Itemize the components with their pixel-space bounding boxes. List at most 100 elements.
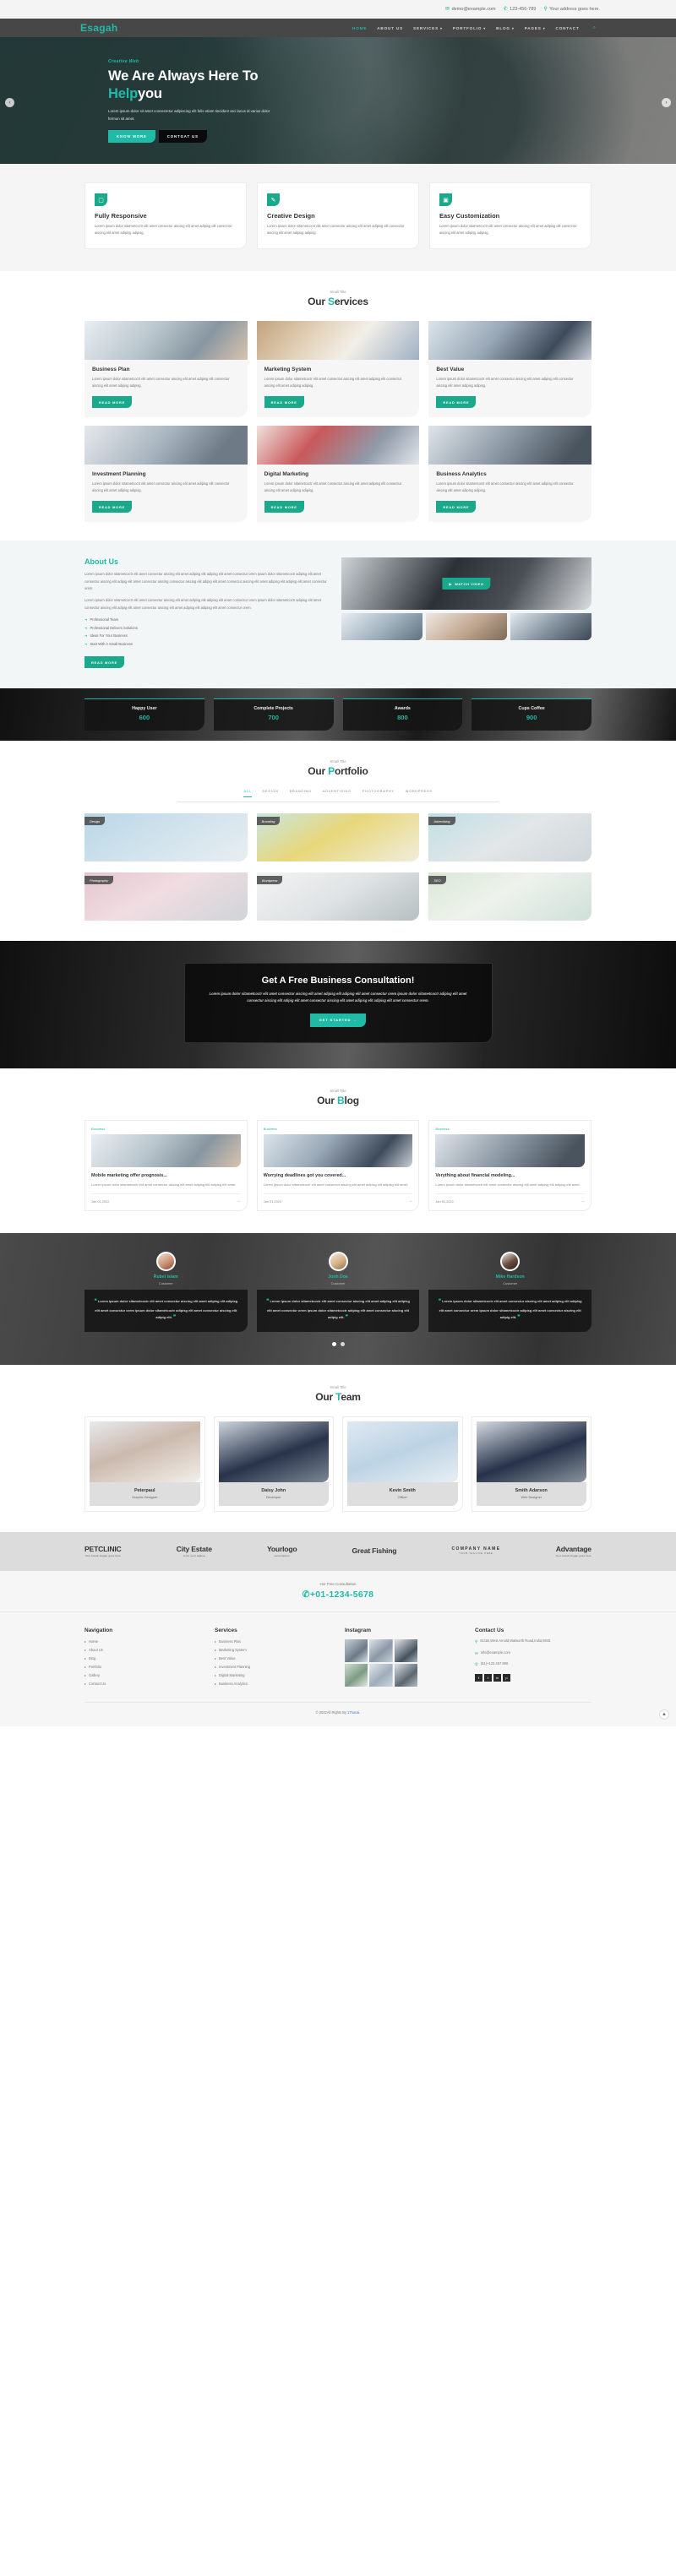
testimonial-dot-1[interactable] bbox=[331, 1341, 336, 1346]
portfolio-item[interactable]: Branding bbox=[256, 813, 420, 862]
know-more-button[interactable]: KNOW MORE bbox=[108, 129, 155, 143]
client-logo-company-name: COMPANY NAME YOUR TAGLINE HERE bbox=[451, 1546, 500, 1555]
nav-item-services[interactable]: SERVICES ▾ bbox=[413, 26, 443, 30]
nav-item-blog[interactable]: BLOG ▾ bbox=[496, 26, 515, 30]
footer-service-item[interactable]: ▸ Best Value bbox=[215, 1656, 331, 1660]
instagram-thumbnail[interactable] bbox=[394, 1639, 417, 1662]
team-card[interactable]: Kevin Smith Officer bbox=[342, 1416, 463, 1512]
footer-service-item[interactable]: ▸ Business Plan bbox=[215, 1639, 331, 1644]
portfolio-filter-all[interactable]: ALL bbox=[243, 789, 252, 798]
clients-section: PETCLINIC Your brand slogan goes here Ci… bbox=[0, 1531, 676, 1571]
portfolio-filter-photography[interactable]: PHOTOGRAPHY bbox=[363, 789, 395, 797]
instagram-thumbnail[interactable] bbox=[345, 1663, 368, 1687]
service-card[interactable]: Digital Marketing Lorem ipsum dolor sita… bbox=[256, 426, 420, 523]
portfolio-filter-design[interactable]: DESIGN bbox=[263, 789, 279, 797]
contact-us-button[interactable]: CONTGAT US bbox=[158, 129, 207, 143]
portfolio-item[interactable]: Advertising bbox=[428, 813, 592, 862]
instagram-thumbnail[interactable] bbox=[369, 1663, 393, 1687]
topbar-phone[interactable]: ✆ 123-456-789 bbox=[504, 7, 537, 12]
topbar-email[interactable]: ✉ demo@example.com bbox=[445, 7, 496, 12]
footer-service-item[interactable]: ▸ Investment Planning bbox=[215, 1665, 331, 1669]
read-more-button[interactable]: READ MORE bbox=[436, 396, 477, 409]
team-card[interactable]: Peterpaul Graphic Designer bbox=[84, 1416, 205, 1512]
watch-video-button[interactable]: ▶ WATCH VIDEO bbox=[442, 578, 491, 590]
service-card[interactable]: Investment Planning Lorem ipsum dolor si… bbox=[84, 426, 248, 523]
portfolio-item[interactable]: Wordpress bbox=[256, 872, 420, 921]
read-more-button[interactable]: READ MORE bbox=[436, 501, 477, 514]
arrow-right-icon[interactable]: → bbox=[237, 1198, 241, 1204]
instagram-thumbnail[interactable] bbox=[394, 1663, 417, 1687]
testimonial-dot-2[interactable] bbox=[340, 1341, 345, 1346]
hero-prev-button[interactable]: ‹ bbox=[5, 98, 14, 107]
about-read-more-button[interactable]: READ MORE bbox=[84, 656, 124, 669]
feature-card[interactable]: ▣ Easy Customization Lorem ipsum dolor s… bbox=[429, 182, 592, 250]
scroll-to-top-button[interactable]: ▲ bbox=[659, 1709, 669, 1720]
read-more-button[interactable]: READ MORE bbox=[92, 501, 132, 514]
instagram-thumbnail[interactable] bbox=[369, 1639, 393, 1662]
get-started-button[interactable]: GET STARTED → bbox=[309, 1013, 367, 1027]
hero-next-button[interactable]: › bbox=[662, 98, 671, 107]
about-thumbnail bbox=[426, 613, 507, 641]
twitter-icon[interactable]: t bbox=[484, 1673, 492, 1682]
portfolio-item[interactable]: Design bbox=[84, 813, 248, 862]
service-card[interactable]: Business Analytics Lorem ipsum dolor sit… bbox=[428, 426, 592, 523]
team-name: Smith Adarson bbox=[515, 1487, 548, 1493]
search-icon[interactable]: ⌕ bbox=[593, 25, 596, 31]
arrow-right-icon[interactable]: → bbox=[408, 1198, 412, 1204]
blog-card[interactable]: Business Mobile marketing offer prognosi… bbox=[84, 1119, 248, 1212]
facebook-icon[interactable]: f bbox=[475, 1673, 482, 1682]
blog-card[interactable]: Business Verything about financial model… bbox=[428, 1119, 592, 1212]
nav-item-about-us[interactable]: ABOUT US bbox=[377, 26, 403, 30]
footer-service-item[interactable]: ▸ Business Analytics bbox=[215, 1682, 331, 1686]
footer-service-item[interactable]: ▸ Digital Marketing bbox=[215, 1673, 331, 1677]
pinterest-icon[interactable]: p bbox=[503, 1673, 510, 1682]
nav-item-home[interactable]: HOME bbox=[352, 26, 367, 30]
team-grid: Peterpaul Graphic Designer Daisy John De… bbox=[84, 1416, 592, 1512]
footer-phone[interactable]: ✆ (81)+123 457 890 bbox=[475, 1661, 592, 1668]
instagram-thumbnail[interactable] bbox=[345, 1639, 368, 1662]
team-card[interactable]: Smith Adarson Web Designer bbox=[471, 1416, 592, 1512]
portfolio-filter-advertising[interactable]: ADVERTISING bbox=[323, 789, 352, 797]
service-image bbox=[84, 426, 248, 465]
team-card[interactable]: Daisy John Developer bbox=[213, 1416, 334, 1512]
nav-item-portfolio[interactable]: PORTFOLIO ▾ bbox=[453, 26, 486, 30]
read-more-button[interactable]: READ MORE bbox=[264, 396, 304, 409]
footer-service-label: Business Analytics bbox=[219, 1681, 248, 1686]
service-card[interactable]: Marketing System Lorem ipsum dolor sitam… bbox=[256, 321, 420, 418]
feature-text: Lorem ipsum dolor sitametcoctr elit amet… bbox=[95, 224, 232, 236]
read-more-button[interactable]: READ MORE bbox=[264, 501, 304, 514]
team-heading: Small Title Our Team bbox=[84, 1385, 592, 1403]
arrow-right-icon[interactable]: → bbox=[581, 1198, 585, 1204]
quote-open-icon: ❝ bbox=[94, 1298, 97, 1304]
about-media-column: ▶ WATCH VIDEO bbox=[341, 557, 592, 668]
nav-item-contact[interactable]: CONTACT bbox=[556, 26, 580, 30]
portfolio-filters: ALL DESIGN BRANDING ADVERTISING PHOTOGRA… bbox=[177, 789, 499, 803]
footer-nav-item[interactable]: ▸ Blog bbox=[84, 1656, 201, 1660]
feature-card[interactable]: ✎ Creative Design Lorem ipsum dolor sita… bbox=[257, 182, 419, 250]
footer-service-label: Digital Marketing bbox=[219, 1672, 245, 1677]
footer-nav-item[interactable]: ▸ Contact Us bbox=[84, 1682, 201, 1686]
footer-nav-item[interactable]: ▸ Portfolio bbox=[84, 1665, 201, 1669]
nav-item-pages[interactable]: PAGES ▾ bbox=[525, 26, 546, 30]
linkedin-icon[interactable]: in bbox=[493, 1673, 501, 1682]
read-more-button[interactable]: READ MORE bbox=[92, 396, 132, 409]
footer-service-item[interactable]: ▸ Marketing System bbox=[215, 1648, 331, 1652]
site-logo[interactable]: Esagah bbox=[80, 22, 118, 34]
portfolio-filter-branding[interactable]: BRANDING bbox=[290, 789, 312, 797]
hero-title-rest: you bbox=[137, 86, 162, 102]
feature-card[interactable]: ▢ Fully Responsive Lorem ipsum dolor sit… bbox=[84, 182, 247, 250]
service-card[interactable]: Business Plan Lorem ipsum dolor sitametc… bbox=[84, 321, 248, 418]
hero-title-accent: Help bbox=[108, 86, 138, 102]
portfolio-item[interactable]: Photography bbox=[84, 872, 248, 921]
portfolio-item[interactable]: SEO bbox=[428, 872, 592, 921]
blog-card[interactable]: Business Worrying deadlines got you cove… bbox=[256, 1119, 420, 1212]
footer-email[interactable]: ✉ info@example.com bbox=[475, 1650, 592, 1657]
consultation-phone[interactable]: ✆+01-1234-5678 bbox=[0, 1590, 676, 1600]
service-card[interactable]: Best Value Lorem ipsum dolor sitametcoct… bbox=[428, 321, 592, 418]
footer-nav-item[interactable]: ▸ Gallery bbox=[84, 1673, 201, 1677]
portfolio-filter-wordpress[interactable]: WORDPRESS bbox=[406, 789, 433, 797]
map-pin-icon: ⚲ bbox=[543, 7, 548, 12]
footer-nav-item[interactable]: ▸ Home bbox=[84, 1639, 201, 1644]
footer-nav-item[interactable]: ▸ About Us bbox=[84, 1648, 201, 1652]
copyright-link[interactable]: 17sucai bbox=[347, 1710, 359, 1715]
